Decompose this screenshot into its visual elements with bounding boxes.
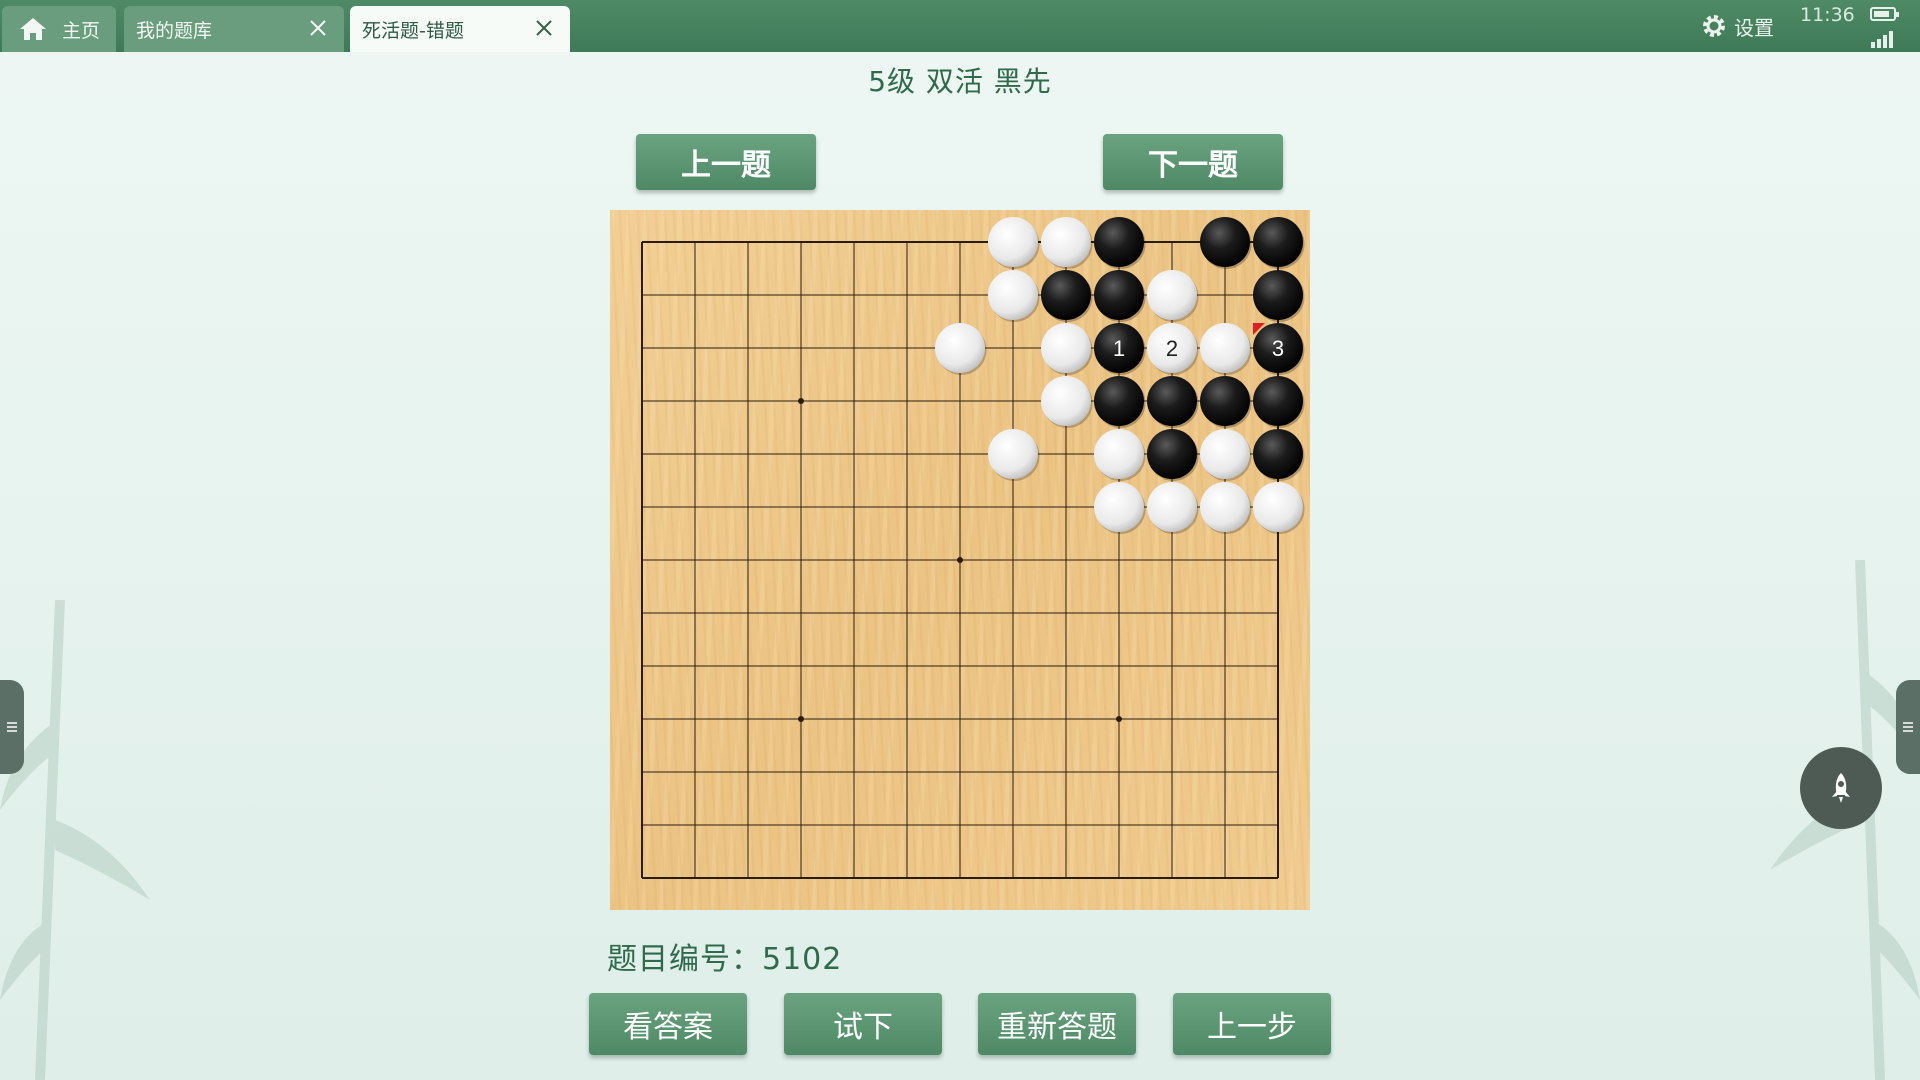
- star-point: [798, 398, 804, 404]
- rocket-icon: [1832, 773, 1850, 803]
- tab-life-death-mistakes[interactable]: 死活题-错题: [350, 6, 570, 52]
- black-stone: [1147, 376, 1197, 426]
- star-point: [957, 557, 963, 563]
- undo-step-button[interactable]: 上一步: [1173, 993, 1331, 1055]
- tab-my-library[interactable]: 我的题库: [124, 6, 344, 52]
- signal-icon: [1871, 31, 1893, 48]
- problem-title: 5级 双活 黑先: [868, 65, 1052, 98]
- rocket-button[interactable]: [1800, 747, 1882, 829]
- white-stone: [988, 429, 1038, 479]
- close-icon[interactable]: [532, 16, 556, 40]
- go-board-grid[interactable]: 1 2 3: [610, 210, 1310, 910]
- tab-my-library-label: 我的题库: [136, 19, 213, 42]
- black-stone: [1094, 217, 1144, 267]
- gear-icon: [1703, 15, 1725, 37]
- tab-life-death-mistakes-label: 死活题-错题: [362, 19, 464, 42]
- white-stone: [988, 270, 1038, 320]
- bamboo-decoration-left: [0, 600, 150, 1080]
- black-stone: [1253, 217, 1303, 267]
- star-point: [798, 716, 804, 722]
- white-stone: [1147, 482, 1197, 532]
- tab-home-label: 主页: [62, 19, 101, 42]
- battery-icon: [1870, 7, 1899, 21]
- close-icon[interactable]: [306, 16, 330, 40]
- home-icon: [20, 18, 46, 40]
- restart-problem-button[interactable]: 重新答题: [978, 993, 1136, 1055]
- right-drawer-handle[interactable]: [1896, 680, 1920, 774]
- white-stone: [1041, 217, 1091, 267]
- white-stone: [1200, 323, 1250, 373]
- menu-icon: [1903, 722, 1913, 732]
- menu-icon: [7, 722, 17, 732]
- next-problem-button[interactable]: 下一题: [1103, 134, 1283, 190]
- white-stone: [1041, 323, 1091, 373]
- settings-label: 设置: [1734, 15, 1774, 40]
- white-stone: [988, 217, 1038, 267]
- white-stone: [935, 323, 985, 373]
- white-stone: [1253, 482, 1303, 532]
- white-stone: [1147, 270, 1197, 320]
- white-stone: [1094, 482, 1144, 532]
- white-stone: [1094, 429, 1144, 479]
- white-stone: [1200, 482, 1250, 532]
- settings-button[interactable]: 设置: [1700, 10, 1774, 42]
- black-stone: [1094, 376, 1144, 426]
- try-move-button[interactable]: 试下: [784, 993, 942, 1055]
- black-stone: [1200, 217, 1250, 267]
- view-answer-button[interactable]: 看答案: [589, 993, 747, 1055]
- clock: 11:36: [1800, 4, 1855, 26]
- move-number: 1: [1113, 336, 1125, 361]
- top-bar: 主页 我的题库 死活题-错题 设置 11:36: [0, 0, 1920, 52]
- problem-id-value: 5102: [762, 942, 843, 977]
- black-stone: [1253, 270, 1303, 320]
- black-stone: [1041, 270, 1091, 320]
- go-board[interactable]: 1 2 3: [610, 210, 1310, 910]
- left-drawer-handle[interactable]: [0, 680, 24, 774]
- move-number: 2: [1166, 336, 1178, 361]
- white-stone: [1041, 376, 1091, 426]
- problem-id-label: 题目编号：: [607, 942, 762, 977]
- tab-home[interactable]: 主页: [2, 6, 116, 52]
- black-stone: [1200, 376, 1250, 426]
- previous-problem-button[interactable]: 上一题: [636, 134, 816, 190]
- move-number: 3: [1272, 336, 1284, 361]
- problem-id: 题目编号：5102: [607, 934, 842, 978]
- star-point: [1116, 716, 1122, 722]
- black-stone: [1253, 429, 1303, 479]
- black-stone: [1147, 429, 1197, 479]
- black-stone: [1253, 376, 1303, 426]
- black-stone: [1094, 270, 1144, 320]
- white-stone: [1200, 429, 1250, 479]
